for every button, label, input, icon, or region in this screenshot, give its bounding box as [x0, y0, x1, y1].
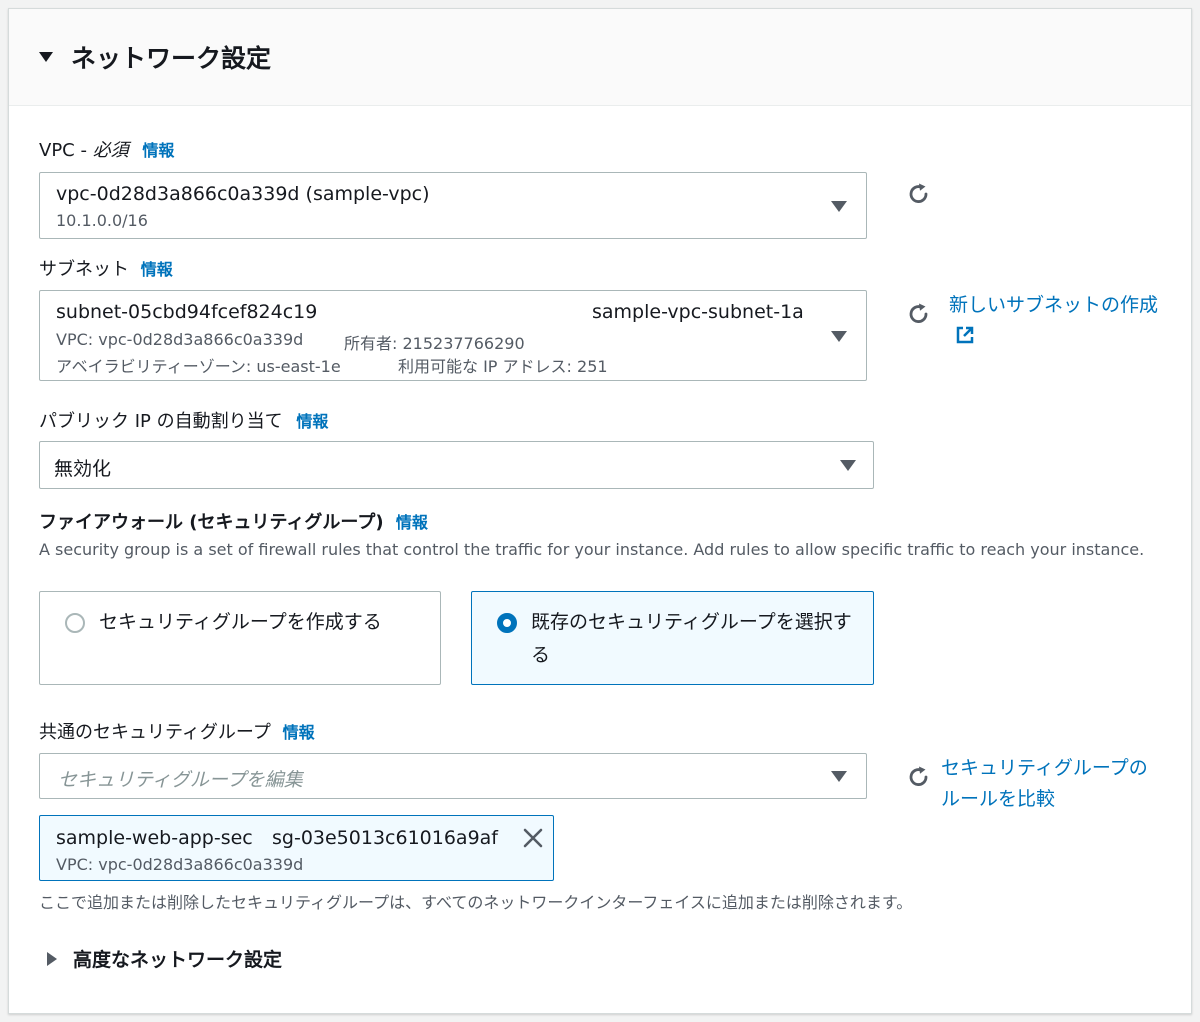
network-settings-panel: ネットワーク設定 VPC - 必須 情報 vpc-0d28d3a866c0a33…	[8, 8, 1192, 1014]
common-sg-label: 共通のセキュリティグループ 情報	[39, 718, 315, 744]
advanced-network-toggle[interactable]: 高度なネットワーク設定	[47, 945, 347, 973]
subnet-refresh-icon[interactable]	[906, 301, 932, 327]
firewall-label-text: ファイアウォール (セキュリティグループ)	[39, 512, 384, 533]
common-sg-select[interactable]: セキュリティグループを編集	[39, 753, 867, 799]
vpc-refresh-icon[interactable]	[906, 181, 932, 207]
subnet-owner: 所有者: 215237766290	[344, 334, 525, 353]
existing-sg-option-label: 既存のセキュリティグループを選択する	[531, 611, 852, 666]
vpc-label-text: VPC -	[39, 140, 93, 161]
create-sg-option-card[interactable]: セキュリティグループを作成する	[39, 591, 441, 685]
subnet-info-link[interactable]: 情報	[141, 260, 173, 279]
chevron-down-icon	[831, 201, 847, 212]
create-subnet-link[interactable]: 新しいサブネットの作成	[949, 290, 1177, 355]
subnet-label: サブネット 情報	[39, 255, 173, 281]
firewall-label: ファイアウォール (セキュリティグループ) 情報	[39, 508, 428, 534]
common-sg-refresh-icon[interactable]	[906, 764, 932, 790]
common-sg-placeholder: セキュリティグループを編集	[58, 769, 303, 791]
vpc-info-link[interactable]: 情報	[142, 141, 174, 160]
sg-token-vpc: VPC: vpc-0d28d3a866c0a339d	[56, 855, 304, 874]
chevron-down-icon	[840, 460, 856, 471]
chevron-down-icon	[831, 771, 847, 782]
subnet-name: sample-vpc-subnet-1a	[592, 301, 804, 323]
public-ip-select[interactable]: 無効化	[39, 441, 874, 489]
public-ip-label: パブリック IP の自動割り当て 情報	[39, 407, 328, 433]
external-link-icon	[955, 324, 975, 355]
vpc-cidr: 10.1.0.0/16	[56, 211, 148, 230]
vpc-required-text: 必須	[92, 140, 129, 161]
expand-caret-icon	[47, 952, 57, 966]
remove-token-close-icon[interactable]	[522, 827, 544, 853]
existing-sg-radio[interactable]	[497, 613, 517, 633]
sg-token-name: sample-web-app-sec	[56, 827, 253, 849]
create-sg-option-label: セキュリティグループを作成する	[99, 611, 382, 633]
subnet-available-ips: 利用可能な IP アドレス: 251	[398, 357, 608, 376]
create-sg-radio[interactable]	[65, 613, 85, 633]
section-title: ネットワーク設定	[71, 44, 272, 73]
collapse-caret-icon[interactable]	[39, 52, 53, 62]
vpc-select-value: vpc-0d28d3a866c0a339d (sample-vpc)	[56, 183, 430, 205]
subnet-vpc: VPC: vpc-0d28d3a866c0a339d	[56, 330, 304, 349]
subnet-select[interactable]: subnet-05cbd94fcef824c19 sample-vpc-subn…	[39, 290, 867, 381]
sg-token: sample-web-app-sec sg-03e5013c61016a9af …	[39, 815, 554, 881]
public-ip-label-text: パブリック IP の自動割り当て	[39, 411, 283, 432]
chevron-down-icon	[831, 331, 847, 342]
sg-token-id: sg-03e5013c61016a9af	[272, 827, 498, 849]
public-ip-value: 無効化	[54, 458, 112, 480]
subnet-id: subnet-05cbd94fcef824c19	[56, 301, 318, 323]
firewall-description: A security group is a set of firewall ru…	[39, 540, 1145, 559]
common-sg-note: ここで追加または削除したセキュリティグループは、すべてのネットワークインターフェ…	[39, 893, 913, 912]
vpc-select[interactable]: vpc-0d28d3a866c0a339d (sample-vpc) 10.1.…	[39, 172, 867, 239]
advanced-network-title: 高度なネットワーク設定	[73, 949, 283, 971]
create-subnet-link-text: 新しいサブネットの作成	[949, 294, 1159, 316]
subnet-az: アベイラビリティーゾーン: us-east-1e	[56, 357, 341, 376]
panel-header[interactable]: ネットワーク設定	[9, 9, 1191, 106]
subnet-label-text: サブネット	[39, 259, 129, 280]
existing-sg-option-card[interactable]: 既存のセキュリティグループを選択する	[471, 591, 874, 685]
firewall-info-link[interactable]: 情報	[396, 513, 428, 532]
common-sg-info-link[interactable]: 情報	[283, 723, 315, 742]
vpc-label: VPC - 必須 情報	[39, 136, 174, 162]
compare-sg-rules-link[interactable]: セキュリティグループのルールを比較	[941, 753, 1161, 815]
common-sg-label-text: 共通のセキュリティグループ	[39, 722, 271, 743]
public-ip-info-link[interactable]: 情報	[296, 412, 328, 431]
